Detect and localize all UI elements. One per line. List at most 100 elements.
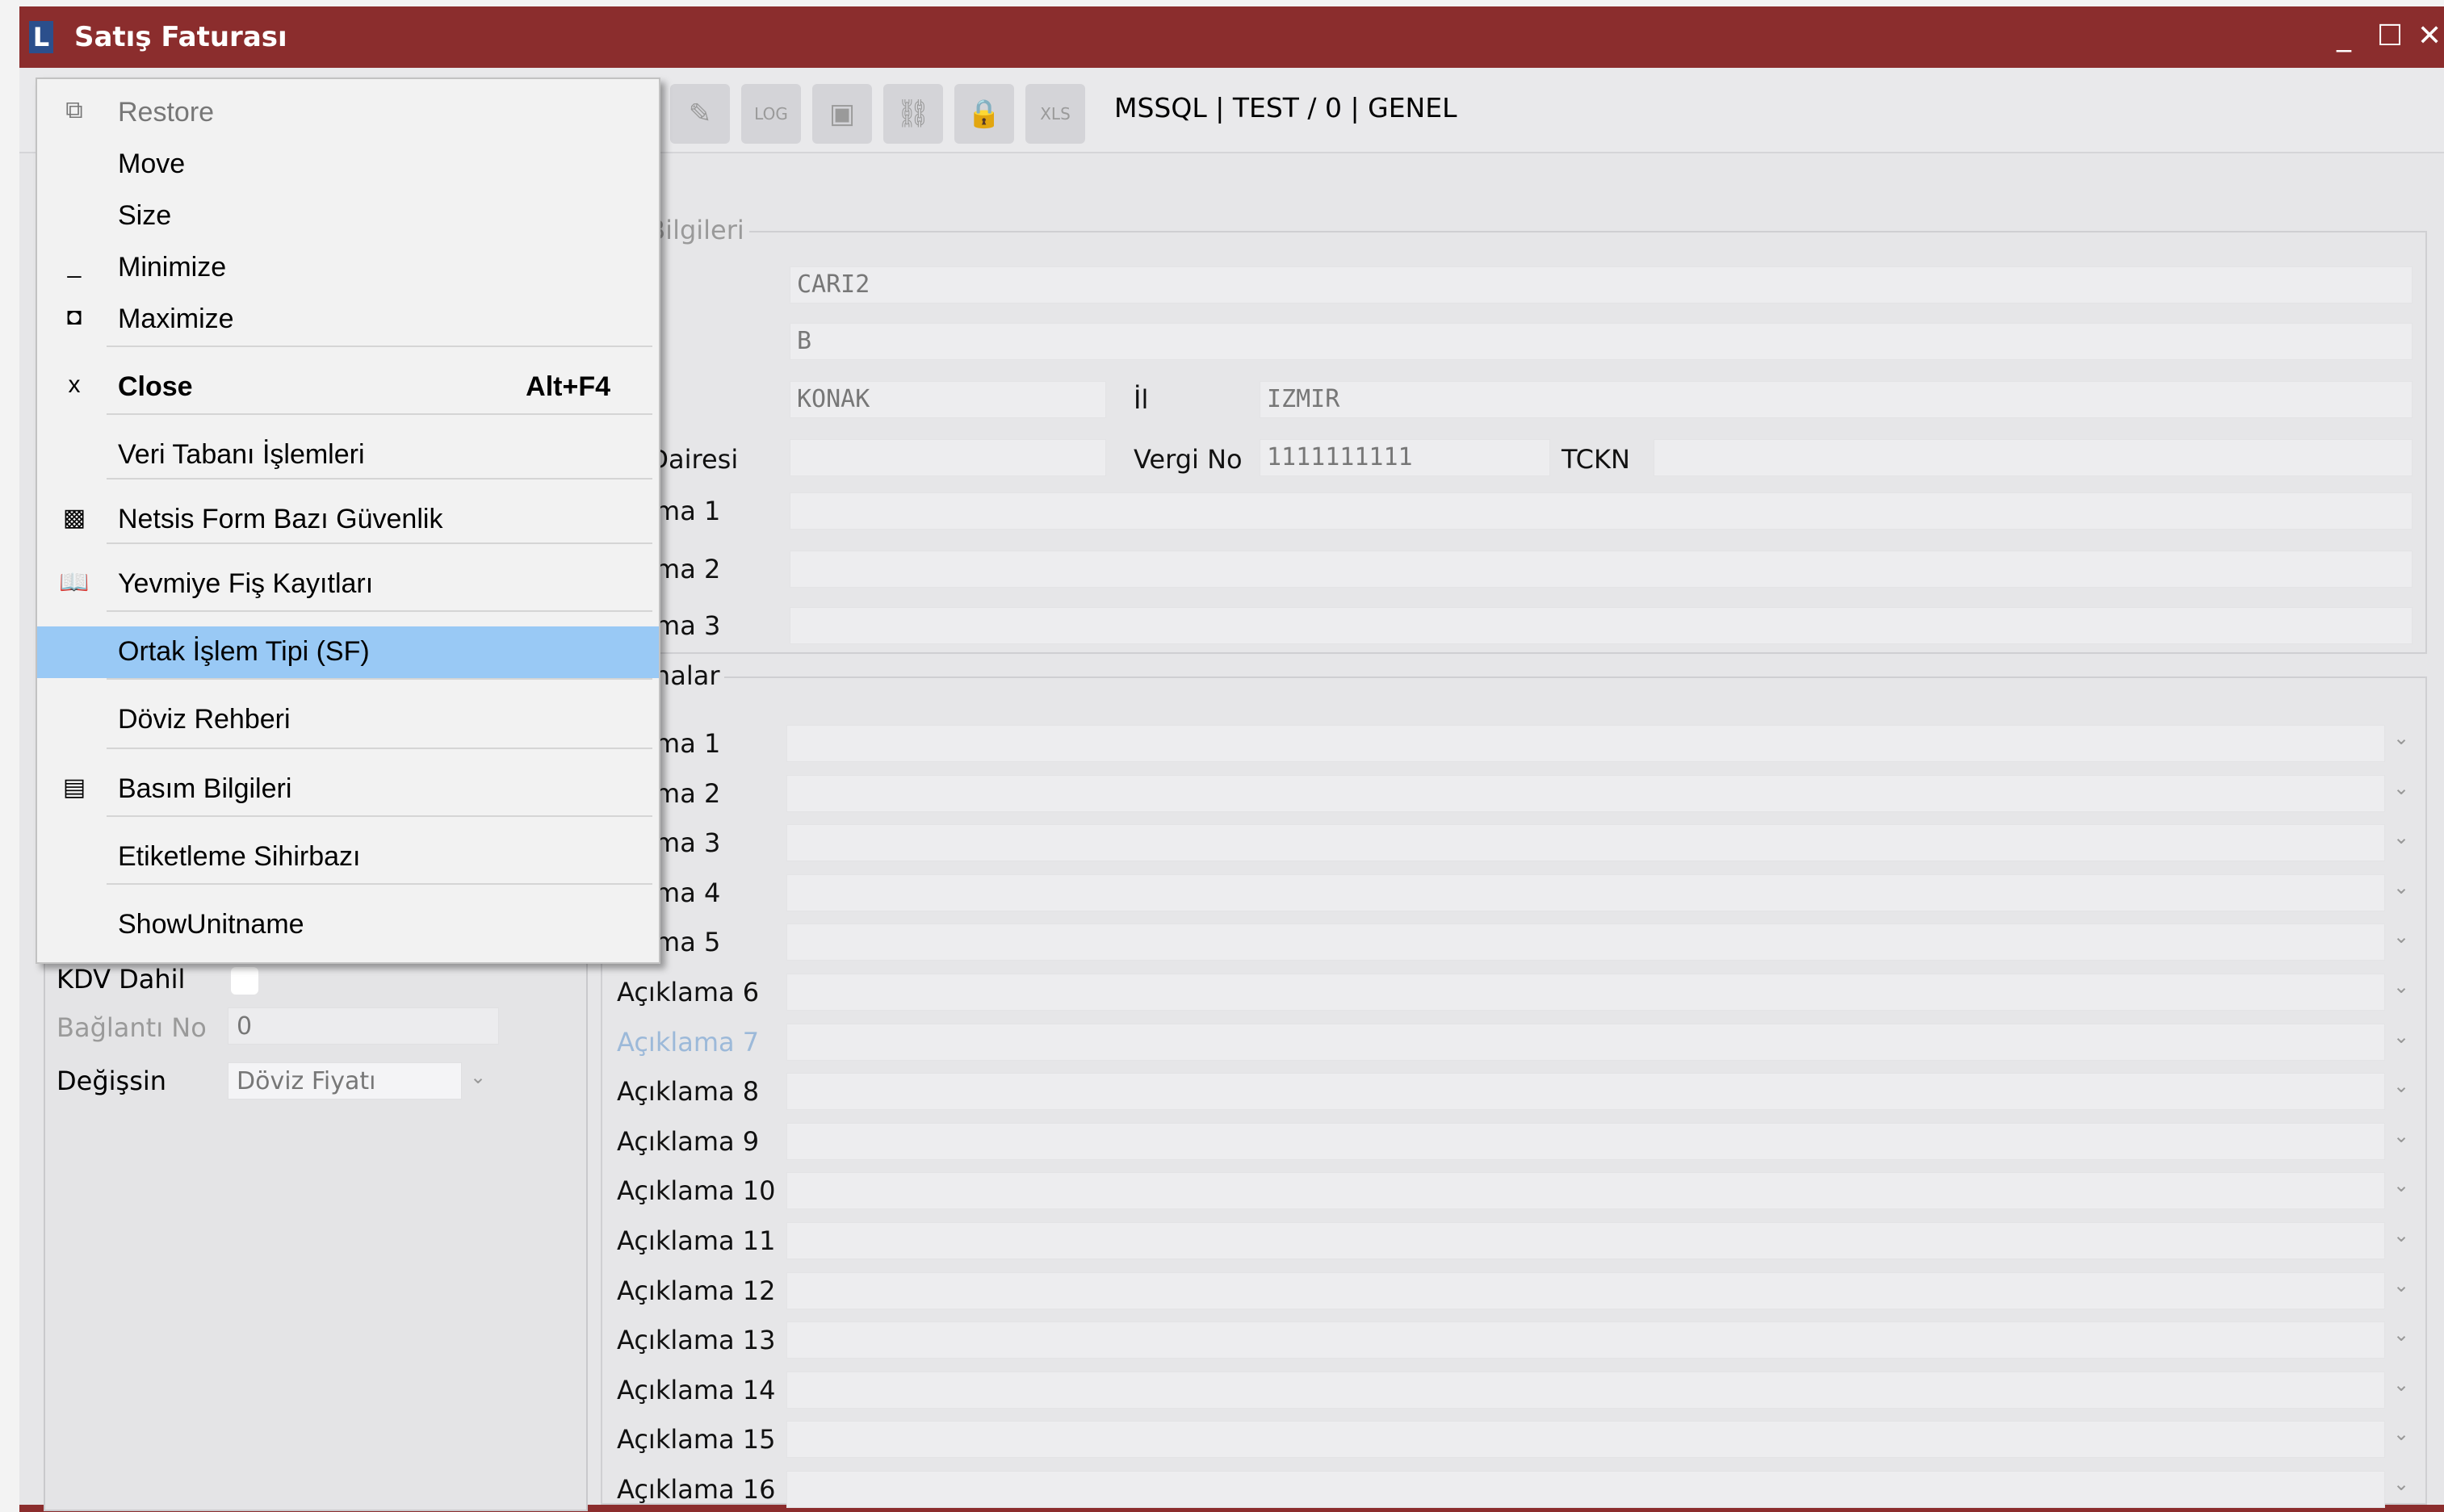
menu-item-etiketleme-sihirbaz-[interactable]: Etiketleme Sihirbazı xyxy=(37,831,659,883)
menu-separator xyxy=(107,610,652,612)
chevron-down-icon[interactable]: ⌄ xyxy=(470,1066,486,1088)
degissin-select[interactable]: Döviz Fiyatı xyxy=(228,1062,462,1099)
xls-icon[interactable]: XLS xyxy=(1025,84,1085,144)
app-logo-icon: L xyxy=(29,21,53,53)
restore-icon: ⧉ xyxy=(65,97,83,124)
chevron-down-icon[interactable]: ⌄ xyxy=(2393,1125,2409,1147)
menu-item-label: Döviz Rehberi xyxy=(118,704,291,735)
saha-aciklama-label: Açıklama 6 xyxy=(617,977,760,1007)
saha-aciklama-label: Açıklama 14 xyxy=(617,1375,776,1405)
chevron-down-icon[interactable]: ⌄ xyxy=(2393,1323,2409,1346)
kdv-dahil-checkbox[interactable] xyxy=(231,967,258,995)
chevron-down-icon[interactable]: ⌄ xyxy=(2393,925,2409,948)
menu-separator xyxy=(107,413,652,415)
lock-icon[interactable]: 🔒 xyxy=(954,84,1014,144)
title-bar[interactable]: L Satış Faturası _ ☐ ✕ xyxy=(19,6,2444,68)
chevron-down-icon[interactable]: ⌄ xyxy=(2393,1174,2409,1196)
saha-aciklama-label: Açıklama 9 xyxy=(617,1126,760,1157)
menu-item-shortcut: Alt+F4 xyxy=(526,371,610,402)
menu-item-label: Size xyxy=(118,200,172,231)
saha-aciklama-combo[interactable] xyxy=(786,1024,2385,1061)
vergi-no-field[interactable]: 1111111111 xyxy=(1260,439,1550,476)
menu-item-label: Move xyxy=(118,149,186,179)
chevron-down-icon[interactable]: ⌄ xyxy=(2393,777,2409,799)
menu-item-minimize[interactable]: _ Minimize xyxy=(37,242,659,294)
saha-aciklama-combo[interactable] xyxy=(786,1222,2385,1259)
chevron-down-icon[interactable]: ⌄ xyxy=(2393,1422,2409,1445)
menu-item-close[interactable]: x Close Alt+F4 xyxy=(37,362,659,413)
tckn-label: TCKN xyxy=(1562,444,1630,475)
cari-kod-field[interactable]: CARI2 xyxy=(790,266,2413,304)
chevron-down-icon[interactable]: ⌄ xyxy=(2393,1472,2409,1495)
chevron-down-icon[interactable]: ⌄ xyxy=(2393,826,2409,848)
saha-aciklama-combo[interactable] xyxy=(786,1321,2385,1359)
log-icon[interactable]: LOG xyxy=(741,84,801,144)
saha-aciklama-combo[interactable] xyxy=(786,1421,2385,1458)
menu-item-label: ShowUnitname xyxy=(118,909,304,940)
cari-aciklama-3-field[interactable] xyxy=(790,607,2413,644)
vergi-dairesi-field[interactable] xyxy=(790,439,1106,476)
saha-aciklama-combo[interactable] xyxy=(786,1172,2385,1209)
saha-aciklama-combo[interactable] xyxy=(786,824,2385,861)
saha-aciklama-combo[interactable] xyxy=(786,775,2385,812)
close-icon[interactable]: ✕ xyxy=(2417,19,2442,52)
ilce-field[interactable]: KONAK xyxy=(790,381,1106,418)
minimize-icon: _ xyxy=(67,252,82,279)
menu-item-restore[interactable]: ⧉ Restore xyxy=(37,87,659,139)
cari-aciklama-2-field[interactable] xyxy=(790,551,2413,588)
chevron-down-icon[interactable]: ⌄ xyxy=(2393,975,2409,998)
chevron-down-icon[interactable]: ⌄ xyxy=(2393,1373,2409,1396)
cari-aciklama-1-field[interactable] xyxy=(790,492,2413,530)
saha-aciklama-combo[interactable] xyxy=(786,725,2385,762)
pencil-icon[interactable]: ✎ xyxy=(670,84,730,144)
baglanti-no-field[interactable]: 0 xyxy=(228,1007,499,1045)
menu-item-label: Etiketleme Sihirbazı xyxy=(118,841,361,872)
menu-item-maximize[interactable]: ◘ Maximize xyxy=(37,294,659,346)
menu-separator xyxy=(107,478,652,480)
saha-aciklama-combo[interactable] xyxy=(786,1372,2385,1409)
database-info: MSSQL | TEST / 0 | GENEL xyxy=(1114,92,1457,124)
tckn-field[interactable] xyxy=(1654,439,2413,476)
menu-item-d-viz-rehberi[interactable]: Döviz Rehberi xyxy=(37,694,659,746)
saha-aciklama-combo[interactable] xyxy=(786,1073,2385,1110)
menu-item-bas-m-bilgileri[interactable]: ▤ Basım Bilgileri xyxy=(37,764,659,815)
chevron-down-icon[interactable]: ⌄ xyxy=(2393,1274,2409,1296)
saha-aciklama-label: Açıklama 16 xyxy=(617,1474,776,1505)
chevron-down-icon[interactable]: ⌄ xyxy=(2393,876,2409,898)
degissin-label: Değişsin xyxy=(57,1066,167,1096)
menu-separator xyxy=(107,678,652,680)
minimize-icon[interactable]: _ xyxy=(2337,19,2351,52)
menu-item-label: Yevmiye Fiş Kayıtları xyxy=(118,568,374,599)
maximize-icon[interactable]: ☐ xyxy=(2377,19,2403,52)
menu-item-label: Ortak İşlem Tipi (SF) xyxy=(118,636,370,667)
menu-item-showunitname[interactable]: ShowUnitname xyxy=(37,899,659,951)
document-icon[interactable]: ▣ xyxy=(812,84,872,144)
menu-item-yevmiye-fi-kay-tlar-[interactable]: 📖 Yevmiye Fiş Kayıtları xyxy=(37,559,659,610)
window-title: Satış Faturası xyxy=(74,21,287,53)
vergi-no-label: Vergi No xyxy=(1134,444,1243,475)
link-icon[interactable]: ⛓ xyxy=(883,84,943,144)
menu-item-netsis-form-baz-g-venlik[interactable]: ▩ Netsis Form Bazı Güvenlik xyxy=(37,494,659,546)
saha-aciklama-combo[interactable] xyxy=(786,974,2385,1011)
chevron-down-icon[interactable]: ⌄ xyxy=(2393,727,2409,749)
security-grid-icon: ▩ xyxy=(62,505,86,531)
chevron-down-icon[interactable]: ⌄ xyxy=(2393,1025,2409,1048)
il-field[interactable]: IZMIR xyxy=(1260,381,2413,418)
menu-item-label: Maximize xyxy=(118,304,234,334)
saha-aciklama-combo[interactable] xyxy=(786,1272,2385,1309)
menu-item-move[interactable]: Move xyxy=(37,139,659,191)
cari-unvan-field[interactable]: B xyxy=(790,323,2413,360)
chevron-down-icon[interactable]: ⌄ xyxy=(2393,1224,2409,1246)
menu-item-ortak-i-lem-tipi-sf-[interactable]: Ortak İşlem Tipi (SF) xyxy=(37,626,659,678)
menu-item-veri-taban-i-lemleri[interactable]: Veri Tabanı İşlemleri xyxy=(37,429,659,481)
saha-aciklama-combo[interactable] xyxy=(786,924,2385,961)
menu-separator xyxy=(107,815,652,817)
menu-item-label: Netsis Form Bazı Güvenlik xyxy=(118,504,443,534)
baglanti-no-label: Bağlantı No xyxy=(57,1012,207,1043)
menu-item-size[interactable]: Size xyxy=(37,191,659,242)
saha-aciklama-combo[interactable] xyxy=(786,1123,2385,1160)
chevron-down-icon[interactable]: ⌄ xyxy=(2393,1074,2409,1097)
saha-aciklama-combo[interactable] xyxy=(786,1471,2385,1508)
saha-aciklama-combo[interactable] xyxy=(786,874,2385,911)
saha-aciklama-label: Açıklama 8 xyxy=(617,1076,760,1107)
